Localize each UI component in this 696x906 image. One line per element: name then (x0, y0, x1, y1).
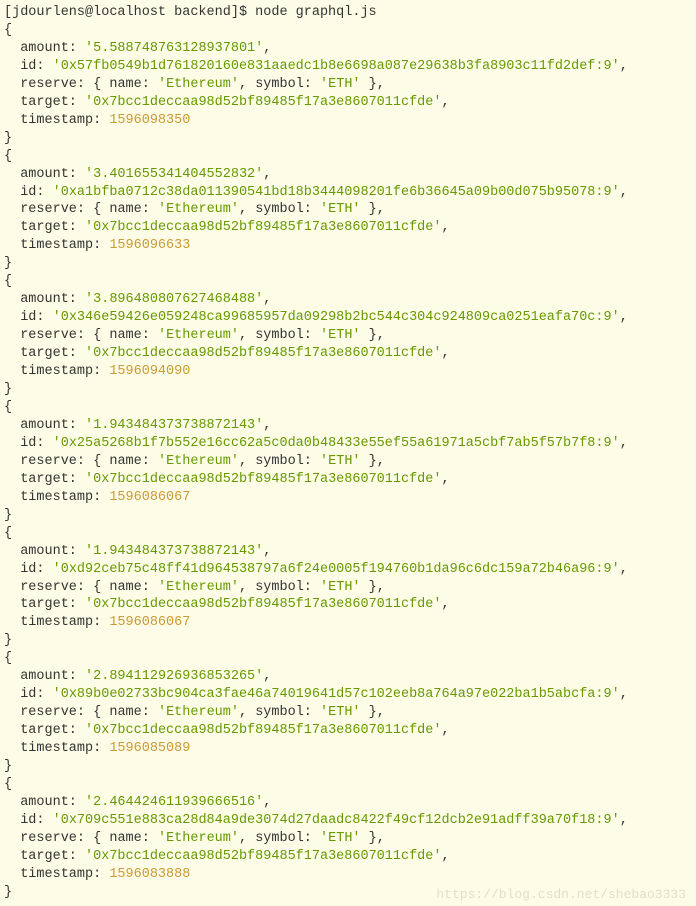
output-line: amount: '5.588748763128937801', (4, 40, 692, 58)
output-line: { (4, 22, 692, 40)
output-line: } (4, 130, 692, 148)
output-line: timestamp: 1596096633 (4, 237, 692, 255)
output-line: } (4, 507, 692, 525)
output-line: id: '0x25a5268b1f7b552e16cc62a5c0da0b484… (4, 435, 692, 453)
output-line: reserve: { name: 'Ethereum', symbol: 'ET… (4, 76, 692, 94)
output-line: id: '0xa1bfba0712c38da011390541bd18b3444… (4, 184, 692, 202)
output-line: amount: '1.943484373738872143', (4, 543, 692, 561)
output-line: } (4, 632, 692, 650)
output-line: } (4, 381, 692, 399)
output-line: reserve: { name: 'Ethereum', symbol: 'ET… (4, 453, 692, 471)
output-line: reserve: { name: 'Ethereum', symbol: 'ET… (4, 704, 692, 722)
terminal-output: [jdourlens@localhost backend]$ node grap… (4, 4, 692, 902)
output-line: target: '0x7bcc1deccaa98d52bf89485f17a3e… (4, 471, 692, 489)
output-line: { (4, 399, 692, 417)
output-line: { (4, 273, 692, 291)
output-line: timestamp: 1596098350 (4, 112, 692, 130)
output-line: id: '0xd92ceb75c48ff41d964538797a6f24e00… (4, 561, 692, 579)
output-line: amount: '3.896480807627468488', (4, 291, 692, 309)
output-line: amount: '3.401655341404552832', (4, 166, 692, 184)
output-line: timestamp: 1596086067 (4, 489, 692, 507)
output-line: target: '0x7bcc1deccaa98d52bf89485f17a3e… (4, 345, 692, 363)
output-line: amount: '2.894112926936853265', (4, 668, 692, 686)
output-line: } (4, 884, 692, 902)
output-line: { (4, 525, 692, 543)
output-line: reserve: { name: 'Ethereum', symbol: 'ET… (4, 201, 692, 219)
output-line: [jdourlens@localhost backend]$ node grap… (4, 4, 692, 22)
output-line: reserve: { name: 'Ethereum', symbol: 'ET… (4, 579, 692, 597)
output-line: amount: '1.943484373738872143', (4, 417, 692, 435)
output-line: target: '0x7bcc1deccaa98d52bf89485f17a3e… (4, 94, 692, 112)
output-line: target: '0x7bcc1deccaa98d52bf89485f17a3e… (4, 722, 692, 740)
output-line: target: '0x7bcc1deccaa98d52bf89485f17a3e… (4, 596, 692, 614)
output-line: } (4, 255, 692, 273)
output-line: reserve: { name: 'Ethereum', symbol: 'ET… (4, 327, 692, 345)
output-line: id: '0x346e59426e059248ca99685957da09298… (4, 309, 692, 327)
output-line: reserve: { name: 'Ethereum', symbol: 'ET… (4, 830, 692, 848)
output-line: { (4, 776, 692, 794)
output-line: timestamp: 1596094090 (4, 363, 692, 381)
output-line: id: '0x57fb0549b1d761820160e831aaedc1b8e… (4, 58, 692, 76)
output-line: } (4, 758, 692, 776)
output-line: timestamp: 1596086067 (4, 614, 692, 632)
output-line: target: '0x7bcc1deccaa98d52bf89485f17a3e… (4, 848, 692, 866)
output-line: target: '0x7bcc1deccaa98d52bf89485f17a3e… (4, 219, 692, 237)
output-line: timestamp: 1596083888 (4, 866, 692, 884)
output-line: { (4, 650, 692, 668)
output-line: { (4, 148, 692, 166)
output-line: timestamp: 1596085089 (4, 740, 692, 758)
output-line: amount: '2.464424611939666516', (4, 794, 692, 812)
output-line: id: '0x709c551e883ca28d84a9de3074d27daad… (4, 812, 692, 830)
output-line: id: '0x89b0e02733bc904ca3fae46a74019641d… (4, 686, 692, 704)
